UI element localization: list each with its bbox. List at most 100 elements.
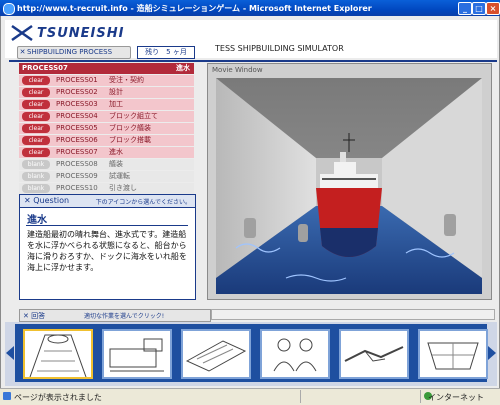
ceremony-thumbnail[interactable]	[260, 329, 330, 379]
shipbuilding-process-tab[interactable]: ✕ SHIPBUILDING PROCESS	[17, 46, 131, 59]
status-badge: clear	[22, 112, 50, 121]
process-name: 進水	[109, 148, 123, 156]
status-badge: blank	[22, 184, 50, 193]
status-badge: clear	[22, 100, 50, 109]
process-name: 試運転	[109, 172, 130, 180]
page-icon	[3, 392, 11, 400]
status-bar: ページが表示されました インターネット	[0, 388, 500, 405]
handshake-icon	[344, 346, 404, 362]
question-description: 建造船最初の晴れ舞台、進水式です。建造船を水に浮かべられる状態になると、船台から…	[27, 230, 187, 272]
process-number: PROCESS01	[56, 76, 98, 84]
process-row-08[interactable]: blank PROCESS08 艤装	[19, 159, 194, 170]
blueprint-thumbnail[interactable]	[181, 329, 251, 379]
process-row-06[interactable]: clear PROCESS06 ブロック搭載	[19, 135, 194, 146]
window-title: http://www.t-recruit.info - 造船シミュレーションゲー…	[17, 4, 372, 13]
status-text: ページが表示されました	[14, 393, 102, 402]
process-number: PROCESS02	[56, 88, 98, 96]
question-instruction: 下のアイコンから選んでください。	[95, 199, 191, 206]
status-badge: clear	[22, 76, 50, 85]
process-number: PROCESS08	[56, 160, 98, 168]
browser-content: TSUNEISHI ✕ SHIPBUILDING PROCESS 残り 5 ヶ月 …	[0, 16, 500, 388]
blueprint-icon	[185, 340, 247, 372]
hull-thumbnail[interactable]	[418, 329, 488, 379]
thumbnail-scrollbar[interactable]	[211, 309, 495, 320]
process-row-04[interactable]: clear PROCESS04 ブロック組立て	[19, 111, 194, 122]
process-name: 艤装	[109, 160, 123, 168]
status-badge: clear	[22, 136, 50, 145]
answer-title: 回答	[31, 312, 46, 320]
process-row-10[interactable]: blank PROCESS10 引き渡し	[19, 183, 194, 194]
question-divider	[26, 225, 188, 226]
movie-window-label: Movie Window	[212, 66, 263, 74]
question-title: Question	[33, 196, 70, 205]
tab-x-icon: ✕	[19, 48, 26, 56]
process-list: clear PROCESS01 受注・契約 clear PROCESS02 設計 cle…	[19, 75, 194, 195]
process-number: PROCESS06	[56, 136, 98, 144]
answer-x-icon: ✕	[23, 312, 29, 320]
months-remaining: 残り 5 ヶ月	[137, 46, 195, 59]
process-row-07[interactable]: clear PROCESS07 進水	[19, 147, 194, 158]
status-divider	[420, 390, 421, 403]
process-name: 受注・契約	[109, 76, 144, 84]
process-row-03[interactable]: clear PROCESS03 加工	[19, 99, 194, 110]
process-number: PROCESS03	[56, 100, 98, 108]
current-process-header: PROCESS07 進水	[19, 63, 194, 74]
ie-icon	[3, 3, 15, 15]
status-badge: clear	[22, 148, 50, 157]
process-number: PROCESS09	[56, 172, 98, 180]
tab-label: SHIPBUILDING PROCESS	[27, 48, 113, 56]
tunnel-thumbnail[interactable]	[23, 329, 93, 379]
hull-icon	[427, 342, 479, 370]
handshake-thumbnail[interactable]	[339, 329, 409, 379]
minimize-button[interactable]: _	[458, 2, 472, 15]
simulator-title: TESS SHIPBUILDING SIMULATOR	[215, 44, 344, 53]
answer-label: ✕ 回答	[23, 311, 45, 321]
scroll-right-arrow-icon[interactable]	[488, 346, 496, 360]
machinery-thumbnail[interactable]	[102, 329, 172, 379]
answer-bar: ✕ 回答 適切な作業を選んでクリック!	[19, 309, 211, 322]
question-header: ✕ Question 下のアイコンから選んでください。	[20, 195, 195, 208]
ceremony-icon	[273, 338, 317, 372]
question-term: 進水	[27, 215, 47, 226]
process-number: PROCESS10	[56, 184, 98, 192]
process-name: 設計	[109, 88, 123, 96]
status-badge: clear	[22, 124, 50, 133]
answer-instruction: 適切な作業を選んでクリック!	[84, 313, 165, 320]
answer-thumbnail-bar	[5, 322, 497, 386]
process-name: 加工	[109, 100, 123, 108]
process-name: ブロック組立て	[109, 112, 158, 120]
process-name: 引き渡し	[109, 184, 137, 192]
current-process-name: 進水	[176, 64, 190, 72]
current-process-label: PROCESS07	[22, 64, 68, 72]
logo-text: TSUNEISHI	[37, 26, 125, 41]
status-badge: blank	[22, 172, 50, 181]
logo: TSUNEISHI	[11, 24, 131, 42]
process-name: ブロック搭載	[109, 136, 151, 144]
question-label: ✕ Question	[24, 196, 69, 205]
header-divider	[9, 60, 497, 62]
movie-window: Movie Window	[207, 63, 492, 300]
status-divider	[300, 390, 301, 403]
status-badge: blank	[22, 160, 50, 169]
process-number: PROCESS07	[56, 148, 98, 156]
scroll-left-arrow-icon[interactable]	[6, 346, 14, 360]
process-row-05[interactable]: clear PROCESS05 ブロック艤装	[19, 123, 194, 134]
maximize-button[interactable]: □	[472, 2, 486, 15]
zone-text: インターネット	[428, 393, 484, 402]
process-name: ブロック艤装	[109, 124, 151, 132]
question-panel: ✕ Question 下のアイコンから選んでください。 進水 建造船最初の晴れ舞…	[19, 194, 196, 300]
process-number: PROCESS05	[56, 124, 98, 132]
thumbnail-strip	[15, 324, 488, 382]
process-row-01[interactable]: clear PROCESS01 受注・契約	[19, 75, 194, 86]
process-number: PROCESS04	[56, 112, 98, 120]
logo-mark-icon	[11, 24, 33, 42]
launch-scene-image	[216, 78, 482, 294]
machinery-icon	[109, 338, 164, 372]
status-badge: clear	[22, 88, 50, 97]
window-titlebar: http://www.t-recruit.info - 造船シミュレーションゲー…	[0, 0, 500, 16]
question-x-icon: ✕	[24, 196, 31, 205]
tunnel-icon	[29, 334, 87, 377]
process-row-09[interactable]: blank PROCESS09 試運転	[19, 171, 194, 182]
close-button[interactable]: ×	[486, 2, 500, 15]
process-row-02[interactable]: clear PROCESS02 設計	[19, 87, 194, 98]
